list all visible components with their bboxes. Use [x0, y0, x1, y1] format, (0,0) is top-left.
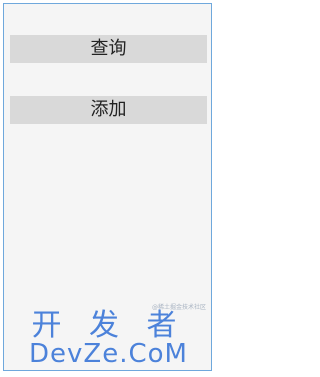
watermark-logo-subtitle: DevZe.CoM — [29, 339, 188, 369]
query-button[interactable]: 查询 — [10, 35, 207, 63]
watermark-logo-title: 开 发 者 — [31, 308, 186, 343]
add-button[interactable]: 添加 — [10, 96, 207, 124]
